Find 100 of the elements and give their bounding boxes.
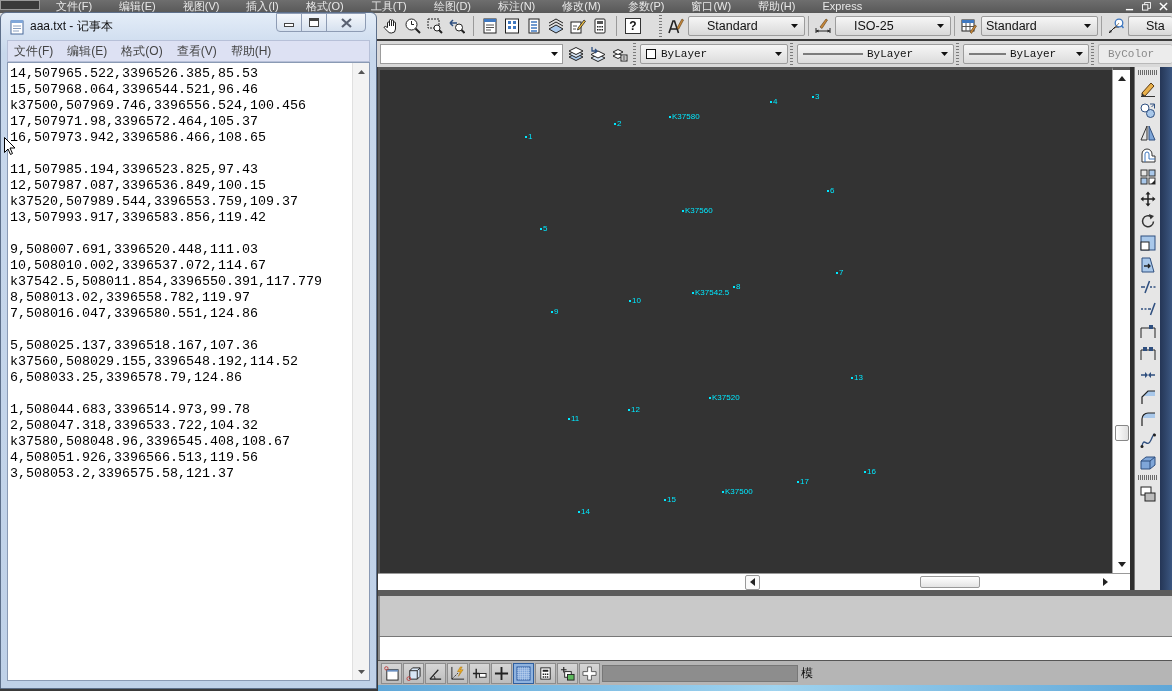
status-toggle-button[interactable] [381, 662, 402, 684]
dimension-style-dropdown[interactable]: ISO-25 [835, 16, 951, 36]
minimize-button[interactable] [276, 13, 302, 32]
cube-icon[interactable] [1139, 455, 1156, 471]
grid-panel-icon[interactable] [504, 18, 520, 34]
scroll-thumb[interactable] [1114, 425, 1129, 441]
magnifier-clock-icon[interactable] [405, 18, 421, 34]
menu-item[interactable]: 格式(O) [121, 42, 163, 60]
hand-icon[interactable] [383, 18, 399, 34]
leader-style-dropdown[interactable]: Sta [1128, 16, 1172, 36]
drawing-canvas[interactable]: 3 4 K37580 2 1 6 K37560 5 7 8 K37542.5 10 9 13 K37520 12 11 16 17 K37500 15 14 [378, 67, 1112, 573]
text-line: 15,507968.064,3396544.521,96.46 [10, 82, 259, 98]
layers-icon[interactable] [568, 46, 584, 62]
menu-item[interactable]: 绘图(D) [433, 0, 471, 13]
stretch-arrow-icon[interactable] [1139, 257, 1156, 273]
pencil-icon[interactable] [1139, 81, 1156, 97]
up-arrow-icon[interactable] [357, 69, 365, 74]
status-toggle-button[interactable] [491, 662, 512, 684]
point-label: 5 [543, 225, 548, 233]
bracket-dot-icon[interactable] [1139, 323, 1156, 339]
curve-icon[interactable] [1139, 433, 1156, 449]
offset-curves-icon[interactable] [1139, 147, 1156, 163]
app-button[interactable] [0, 0, 40, 10]
cube-circle-icon [406, 665, 421, 681]
table-brush-icon[interactable] [961, 18, 977, 34]
menu-item[interactable]: 窗口(W) [691, 0, 732, 13]
layers-arrow-icon[interactable] [590, 46, 606, 62]
menu-item[interactable]: 编辑(E) [119, 0, 156, 13]
stacked-sheets-icon[interactable] [548, 18, 564, 34]
menu-item[interactable]: 标注(N) [498, 0, 536, 13]
point-label: 14 [581, 508, 590, 516]
up-arrow-icon[interactable] [1117, 76, 1126, 81]
four-arrows-icon[interactable] [1139, 191, 1156, 207]
table-style-dropdown[interactable]: Standard [981, 16, 1098, 36]
down-arrow-icon[interactable] [1117, 562, 1126, 567]
model-tab[interactable]: 模 [801, 664, 813, 682]
arrow-magnifier-icon[interactable] [449, 18, 465, 34]
bracket-two-dots-icon[interactable] [1139, 345, 1156, 361]
properties-panel-icon[interactable] [482, 18, 498, 34]
menu-item[interactable]: 参数(P) [627, 0, 665, 13]
nested-squares-icon[interactable] [1139, 235, 1156, 251]
close-button[interactable] [326, 13, 366, 32]
restore-icon[interactable] [1142, 2, 1151, 11]
down-arrow-icon[interactable] [357, 669, 365, 674]
menu-item[interactable]: 格式(O) [305, 0, 344, 13]
status-toggle-button[interactable] [469, 662, 490, 684]
point-label: 11 [571, 415, 580, 423]
scroll-thumb[interactable] [920, 576, 980, 588]
menu-item[interactable]: 查看(V) [176, 42, 217, 60]
status-toggle-button[interactable] [579, 662, 600, 684]
menu-item[interactable]: 编辑(E) [67, 42, 108, 60]
list-panel-icon[interactable] [526, 18, 542, 34]
leader-magnifier-icon[interactable] [1108, 18, 1124, 34]
cut-corner-icon[interactable] [1139, 389, 1156, 405]
right-arrow-icon[interactable] [1103, 578, 1108, 586]
menu-item[interactable]: 文件(F) [14, 42, 54, 60]
letter-brush-icon[interactable] [668, 18, 684, 34]
command-input[interactable] [378, 636, 1172, 660]
rounded-corner-icon[interactable] [1139, 411, 1156, 427]
horizontal-scrollbar[interactable] [745, 573, 1130, 590]
linetype-dropdown[interactable]: ByLayer [797, 44, 954, 64]
help-button[interactable]: ? [625, 18, 641, 34]
scroll-left-button[interactable] [745, 574, 760, 590]
menu-item[interactable]: 修改(M) [562, 0, 601, 13]
menu-item[interactable]: 工具(T) [370, 0, 407, 13]
text-style-dropdown[interactable]: Standard [688, 16, 805, 36]
point-marker-icon [525, 136, 527, 138]
dimension-line-brush-icon[interactable] [815, 18, 831, 34]
status-toggle-button[interactable] [513, 662, 534, 684]
calculator-icon[interactable] [592, 18, 608, 34]
menu-item[interactable]: Express [822, 0, 863, 13]
close-icon[interactable] [1159, 2, 1168, 11]
status-toggle-button[interactable] [557, 662, 578, 684]
menu-item[interactable]: 帮助(H) [230, 42, 272, 60]
maximize-button[interactable] [301, 13, 327, 32]
circles-icon[interactable] [1139, 103, 1156, 119]
menu-item[interactable]: 视图(V) [182, 0, 220, 13]
lineweight-dropdown[interactable]: ByLayer [963, 44, 1089, 64]
status-toggle-button[interactable] [447, 662, 468, 684]
line-sample-icon [969, 53, 1006, 55]
mirrored-triangles-icon[interactable] [1139, 125, 1156, 141]
menu-item[interactable]: 插入(I) [246, 0, 279, 13]
menu-item[interactable]: 帮助(H) [758, 0, 796, 13]
color-dropdown[interactable]: ByLayer [640, 44, 788, 64]
layer-dropdown[interactable] [380, 44, 563, 64]
status-toggle-button[interactable] [535, 662, 556, 684]
stacked-rectangles-icon[interactable] [1139, 486, 1156, 502]
circular-arrow-icon[interactable] [1139, 213, 1156, 229]
point-marker-icon [692, 292, 694, 294]
vertical-scrollbar[interactable] [1112, 67, 1130, 573]
pencil-page-icon[interactable] [570, 18, 586, 34]
menu-item[interactable]: 文件(F) [56, 0, 93, 13]
slashed-line-icon[interactable] [1139, 279, 1156, 295]
status-toggle-button[interactable] [403, 662, 424, 684]
layers-list-icon[interactable] [612, 46, 628, 62]
status-toggle-button[interactable] [425, 662, 446, 684]
dashed-slash-line-icon[interactable] [1139, 301, 1156, 317]
squares-grid-icon[interactable] [1139, 169, 1156, 185]
dashed-box-magnifier-icon[interactable] [427, 18, 443, 34]
notepad-icon [10, 18, 24, 35]
